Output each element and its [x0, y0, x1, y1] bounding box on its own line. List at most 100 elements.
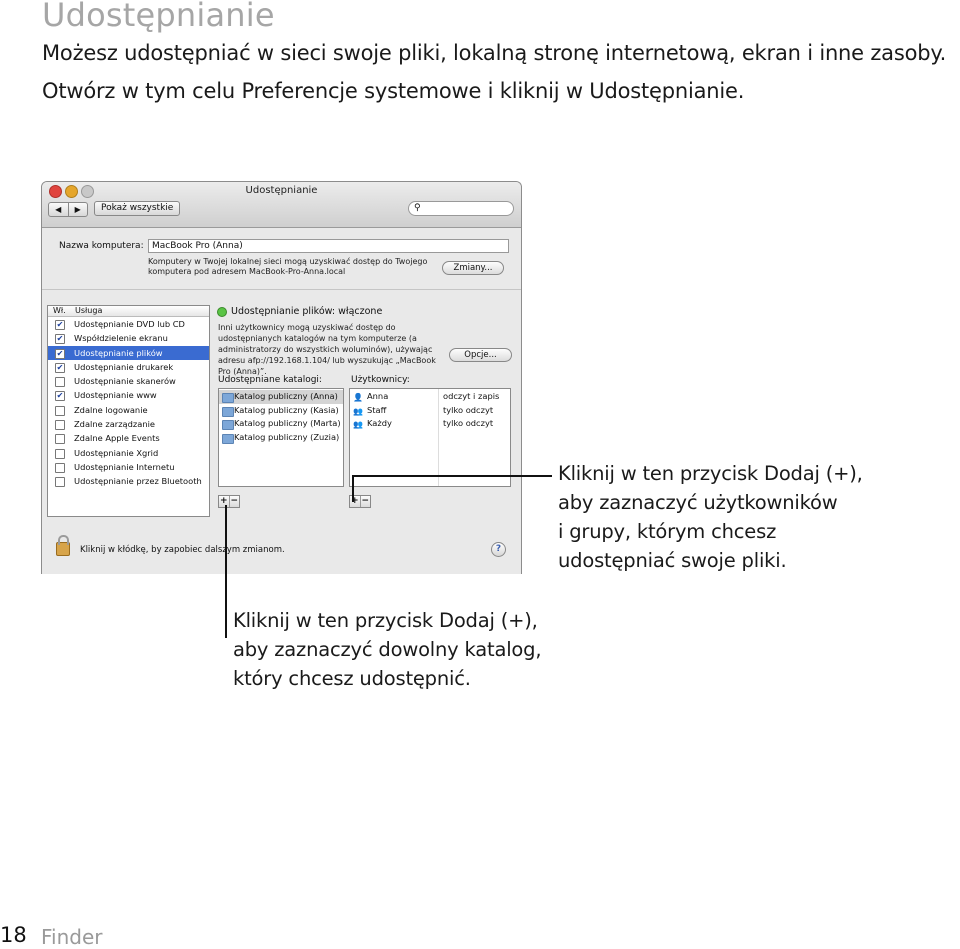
callout-right-horizontal-line — [352, 475, 552, 477]
service-name: Udostępnianie Xgrid — [74, 447, 159, 458]
service-checkbox[interactable] — [55, 377, 65, 388]
service-name: Udostępnianie skanerów — [74, 376, 176, 387]
forward-button[interactable]: ▶ — [69, 203, 88, 216]
service-row[interactable]: Zdalne logowanie — [48, 403, 209, 417]
service-row[interactable]: ✔ Udostępnianie DVD lub CD — [48, 317, 209, 331]
service-name: Współdzielenie ekranu — [74, 333, 168, 344]
lock-icon[interactable] — [56, 535, 70, 556]
remove-folder-button[interactable]: − — [230, 496, 240, 507]
service-name: Udostępnianie drukarek — [74, 361, 174, 372]
user-icon: 👤 — [353, 393, 363, 402]
callout-bottom-line-1: Kliknij w ten przycisk Dodaj (+), — [233, 609, 538, 632]
service-row[interactable]: ✔ Udostępnianie www — [48, 388, 209, 402]
column-on: Wł. — [53, 306, 66, 315]
service-row[interactable]: Udostępnianie przez Bluetooth — [48, 474, 209, 488]
service-name: Zdalne logowanie — [74, 404, 148, 415]
callout-right-line-3: i grupy, którym chcesz — [558, 520, 777, 543]
user-permission[interactable]: tylko odczyt — [443, 417, 493, 431]
user-icon: 👥 — [353, 420, 363, 430]
intro-line-2: Otwórz w tym celu Preferencje systemowe … — [42, 79, 745, 103]
computer-name-field[interactable]: MacBook Pro (Anna) — [148, 239, 509, 253]
folder-row[interactable]: Katalog publiczny (Marta) — [219, 417, 343, 431]
status-indicator — [217, 307, 227, 317]
sharing-preferences-window: Udostępnianie ◀ ▶ Pokaż wszystkie ⚲ Nazw… — [41, 181, 522, 574]
shared-folders-list[interactable]: Katalog publiczny (Anna) Katalog publiczn… — [218, 388, 344, 487]
column-service: Usługa — [75, 306, 103, 315]
services-list[interactable]: Wł. Usługa ✔ Udostępnianie DVD lub CD ✔ Wsp… — [47, 305, 210, 517]
service-row[interactable]: ✔ Współdzielenie ekranu — [48, 331, 209, 345]
service-checkbox[interactable]: ✔ — [55, 320, 65, 330]
callout-bottom-line-3: który chcesz udostępnić. — [233, 667, 471, 690]
service-name: Udostępnianie Internetu — [74, 461, 175, 472]
callout-right: Kliknij w ten przycisk Dodaj (+), aby za… — [558, 459, 863, 575]
users-list[interactable]: 👤 Anna odczyt i zapis 👥 Staff tylko odczyt 👥 Ka… — [349, 388, 511, 487]
section-heading: Udostępnianie — [42, 0, 275, 34]
back-forward-buttons: ◀ ▶ — [48, 202, 88, 217]
options-button[interactable]: Opcje... — [449, 348, 512, 362]
back-button[interactable]: ◀ — [49, 203, 69, 216]
service-checkbox[interactable] — [55, 420, 65, 431]
status-desc-4: adresu afp://192.168.1.104/ lub wyszukuj… — [218, 356, 436, 365]
show-all-button[interactable]: Pokaż wszystkie — [94, 201, 181, 216]
callout-bottom-line-2: aby zaznaczyć dowolny katalog, — [233, 638, 542, 661]
folder-row[interactable]: Katalog publiczny (Zuzia) — [219, 431, 343, 445]
status-desc-2: udostępnianych katalogów na tym komputer… — [218, 334, 417, 343]
folder-name: Katalog publiczny (Zuzia) — [234, 431, 340, 442]
service-row[interactable]: Udostępnianie skanerów — [48, 374, 209, 388]
folder-row[interactable]: Katalog publiczny (Anna) — [219, 390, 343, 404]
service-checkbox[interactable] — [55, 405, 65, 416]
folder-icon — [222, 433, 234, 444]
status-title: Udostępnianie plików: włączone — [231, 306, 383, 317]
computer-name-label: Nazwa komputera: — [59, 241, 144, 251]
callout-right-line-1: Kliknij w ten przycisk Dodaj (+), — [558, 462, 863, 485]
user-row[interactable]: 👥 Każdy tylko odczyt — [350, 417, 510, 431]
search-icon: ⚲ — [414, 203, 421, 213]
service-row[interactable]: ✔ Udostępnianie plików — [48, 345, 209, 360]
search-input[interactable]: ⚲ — [408, 201, 514, 216]
service-checkbox[interactable]: ✔ — [55, 391, 65, 402]
service-row[interactable]: Udostępnianie Internetu — [48, 460, 209, 474]
callout-bottom: Kliknij w ten przycisk Dodaj (+), aby za… — [233, 606, 542, 693]
folder-icon — [222, 420, 234, 431]
intro-line-1: Możesz udostępniać w sieci swoje pliki, … — [42, 41, 947, 65]
user-row[interactable]: 👤 Anna odczyt i zapis — [350, 390, 510, 404]
folder-add-remove: + − — [218, 495, 240, 508]
service-checkbox[interactable] — [55, 434, 65, 445]
service-checkbox[interactable] — [55, 448, 65, 459]
edit-computer-name-button[interactable]: Zmiany... — [442, 261, 504, 275]
footer-section: Finder — [41, 925, 103, 949]
user-row[interactable]: 👥 Staff tylko odczyt — [350, 404, 510, 418]
service-checkbox[interactable] — [55, 462, 65, 473]
service-row[interactable]: Zdalne zarządzanie — [48, 417, 209, 431]
user-name: Anna — [367, 391, 389, 401]
folder-icon — [222, 393, 234, 403]
computer-note-line-2: komputera pod adresem MacBook-Pro-Anna.l… — [148, 267, 346, 276]
lock-text: Kliknij w kłódkę, by zapobiec dalszym zm… — [80, 545, 285, 555]
callout-bottom-vertical-line — [225, 505, 227, 638]
page-number: 18 — [0, 923, 27, 947]
remove-user-button[interactable]: − — [361, 496, 371, 507]
service-row[interactable]: Udostępnianie Xgrid — [48, 446, 209, 460]
service-name: Udostępnianie DVD lub CD — [74, 319, 185, 329]
callout-right-vertical-line — [352, 475, 354, 502]
service-checkbox[interactable] — [55, 477, 65, 488]
help-button[interactable]: ? — [491, 542, 506, 557]
service-name: Udostępnianie przez Bluetooth — [74, 476, 202, 487]
service-checkbox[interactable]: ✔ — [55, 334, 65, 345]
service-checkbox[interactable]: ✔ — [55, 362, 65, 373]
service-row[interactable]: ✔ Udostępnianie drukarek — [48, 360, 209, 374]
folder-name: Katalog publiczny (Anna) — [234, 391, 338, 401]
services-list-header: Wł. Usługa — [48, 306, 209, 317]
window-title: Udostępnianie — [245, 185, 318, 196]
user-icon: 👥 — [353, 406, 363, 416]
folder-row[interactable]: Katalog publiczny (Kasia) — [219, 404, 343, 418]
user-name: Każdy — [367, 418, 392, 429]
service-name: Zdalne Apple Events — [74, 433, 160, 444]
status-desc-3: administratorzy do wszystkich woluminów)… — [218, 345, 433, 354]
user-permission[interactable]: tylko odczyt — [443, 404, 493, 418]
service-row[interactable]: Zdalne Apple Events — [48, 431, 209, 445]
service-checkbox[interactable]: ✔ — [55, 348, 65, 359]
service-name: Udostępnianie www — [74, 390, 157, 401]
folder-icon — [222, 406, 234, 417]
user-permission[interactable]: odczyt i zapis — [443, 390, 499, 404]
